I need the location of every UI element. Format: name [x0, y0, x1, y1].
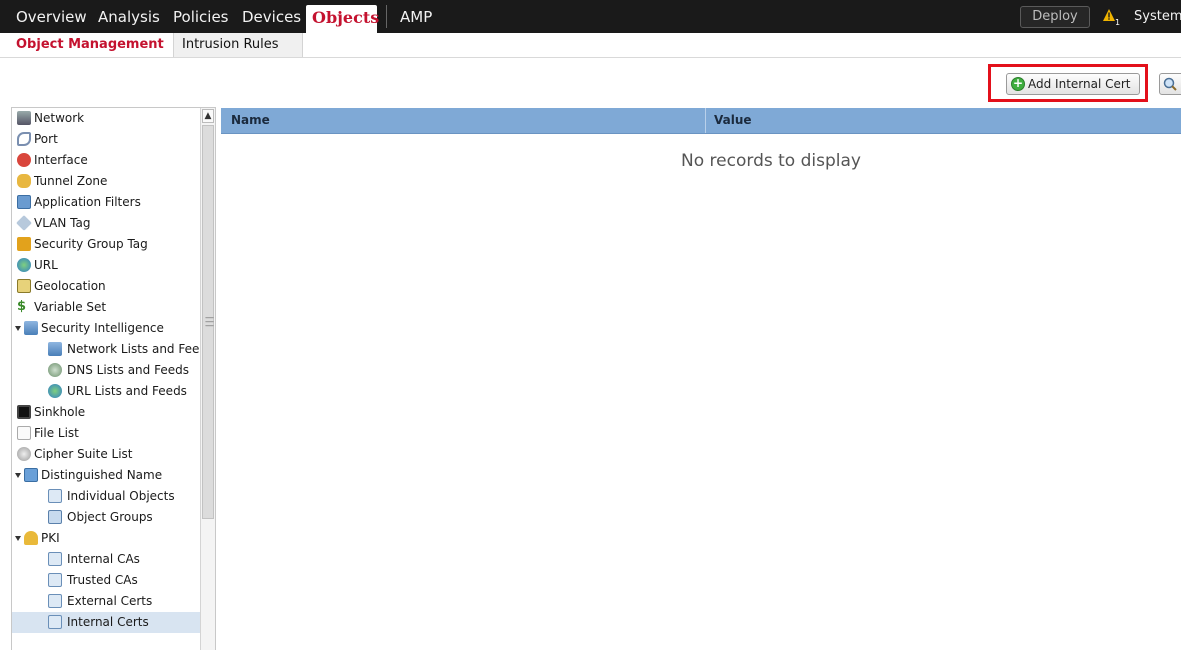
tunnel-zone-icon [17, 174, 31, 188]
tree-item-url[interactable]: URL [12, 255, 202, 276]
tree-item-tunnel-zone[interactable]: Tunnel Zone [12, 171, 202, 192]
tree-item-network-lists-and-feeds[interactable]: Network Lists and Feeds [12, 339, 202, 360]
expand-caret-icon[interactable] [15, 536, 21, 541]
distinguished-name-icon [24, 468, 38, 482]
tree-item-application-filters[interactable]: Application Filters [12, 192, 202, 213]
pki-key-icon [24, 531, 38, 545]
column-divider[interactable] [705, 108, 706, 133]
tree-item-distinguished-name[interactable]: Distinguished Name [12, 465, 202, 486]
top-nav-bar: Overview Analysis Policies Devices Objec… [0, 0, 1181, 33]
object-type-tree: Network Port Interface Tunnel Zone Appli… [11, 107, 216, 650]
plus-circle-icon: + [1011, 76, 1025, 91]
warning-icon[interactable]: 1 [1102, 8, 1120, 26]
nav-devices[interactable]: Devices [242, 8, 301, 26]
cipher-suite-icon [17, 447, 31, 461]
url-lists-icon [48, 384, 62, 398]
scroll-thumb[interactable]: — — — [202, 125, 214, 519]
variable-set-icon: $ [17, 299, 27, 314]
tree-item-security-group-tag[interactable]: Security Group Tag [12, 234, 202, 255]
table-icon [48, 489, 62, 503]
search-icon [1163, 77, 1177, 91]
column-header-value[interactable]: Value [714, 108, 752, 133]
grid-header: Name Value [221, 108, 1181, 134]
nav-analysis[interactable]: Analysis [98, 8, 160, 26]
nav-divider [386, 5, 387, 28]
security-group-tag-icon [17, 237, 31, 251]
tree-item-security-intelligence[interactable]: Security Intelligence [12, 318, 202, 339]
alert-count: 1 [1115, 18, 1120, 26]
nav-overview[interactable]: Overview [16, 8, 87, 26]
tree-item-individual-objects[interactable]: Individual Objects [12, 486, 202, 507]
vlan-tag-icon [16, 215, 32, 231]
tree-item-geolocation[interactable]: Geolocation [12, 276, 202, 297]
security-intelligence-icon [24, 321, 38, 335]
table-icon [48, 594, 62, 608]
tab-object-management[interactable]: Object Management [8, 33, 172, 57]
tree-item-variable-set[interactable]: $ Variable Set [12, 297, 202, 318]
table-icon [48, 615, 62, 629]
sidebar-scrollbar[interactable]: ▲ — — — [200, 108, 215, 650]
tree-item-internal-cas[interactable]: Internal CAs [12, 549, 202, 570]
expand-caret-icon[interactable] [15, 326, 21, 331]
file-list-icon [17, 426, 31, 440]
deploy-button[interactable]: Deploy [1020, 6, 1090, 28]
tree-item-interface[interactable]: Interface [12, 150, 202, 171]
add-internal-cert-button[interactable]: + Add Internal Cert [1006, 73, 1140, 95]
object-groups-icon [48, 510, 62, 524]
tree-item-dns-lists-and-feeds[interactable]: DNS Lists and Feeds [12, 360, 202, 381]
geolocation-icon [17, 279, 31, 293]
dns-lists-icon [48, 363, 62, 377]
tree-item-url-lists-and-feeds[interactable]: URL Lists and Feeds [12, 381, 202, 402]
table-icon [48, 552, 62, 566]
nav-policies[interactable]: Policies [173, 8, 228, 26]
empty-records-text: No records to display [681, 151, 861, 171]
nav-objects-label: Objects [312, 8, 380, 27]
tree-item-sinkhole[interactable]: Sinkhole [12, 402, 202, 423]
search-button[interactable] [1159, 73, 1181, 95]
interface-icon [17, 153, 31, 167]
scroll-up-arrow-icon[interactable]: ▲ [202, 109, 214, 123]
add-internal-cert-label: Add Internal Cert [1028, 77, 1131, 91]
nav-amp[interactable]: AMP [400, 8, 432, 26]
tree-item-external-certs[interactable]: External Certs [12, 591, 202, 612]
sub-tab-bar: Object Management Intrusion Rules [0, 33, 1181, 58]
tree-item-network[interactable]: Network [12, 108, 202, 129]
application-filters-icon [17, 195, 31, 209]
tree-item-vlan-tag[interactable]: VLAN Tag [12, 213, 202, 234]
url-icon [17, 258, 31, 272]
tree-item-trusted-cas[interactable]: Trusted CAs [12, 570, 202, 591]
expand-caret-icon[interactable] [15, 473, 21, 478]
nav-objects[interactable]: Objects [306, 5, 380, 33]
tree-item-cipher-suite-list[interactable]: Cipher Suite List [12, 444, 202, 465]
table-icon [48, 573, 62, 587]
system-menu[interactable]: System [1134, 9, 1181, 24]
tree-item-port[interactable]: Port [12, 129, 202, 150]
tree-item-internal-certs[interactable]: Internal Certs [12, 612, 202, 633]
tree-item-object-groups[interactable]: Object Groups [12, 507, 202, 528]
tree-item-pki[interactable]: PKI [12, 528, 202, 549]
network-icon [17, 111, 31, 125]
scroll-grip-icon: — — — [205, 313, 214, 331]
tree-item-file-list[interactable]: File List [12, 423, 202, 444]
tab-intrusion-rules[interactable]: Intrusion Rules [173, 33, 303, 57]
network-lists-icon [48, 342, 62, 356]
column-header-name[interactable]: Name [231, 108, 270, 133]
sinkhole-icon [17, 405, 31, 419]
port-icon [17, 132, 31, 146]
